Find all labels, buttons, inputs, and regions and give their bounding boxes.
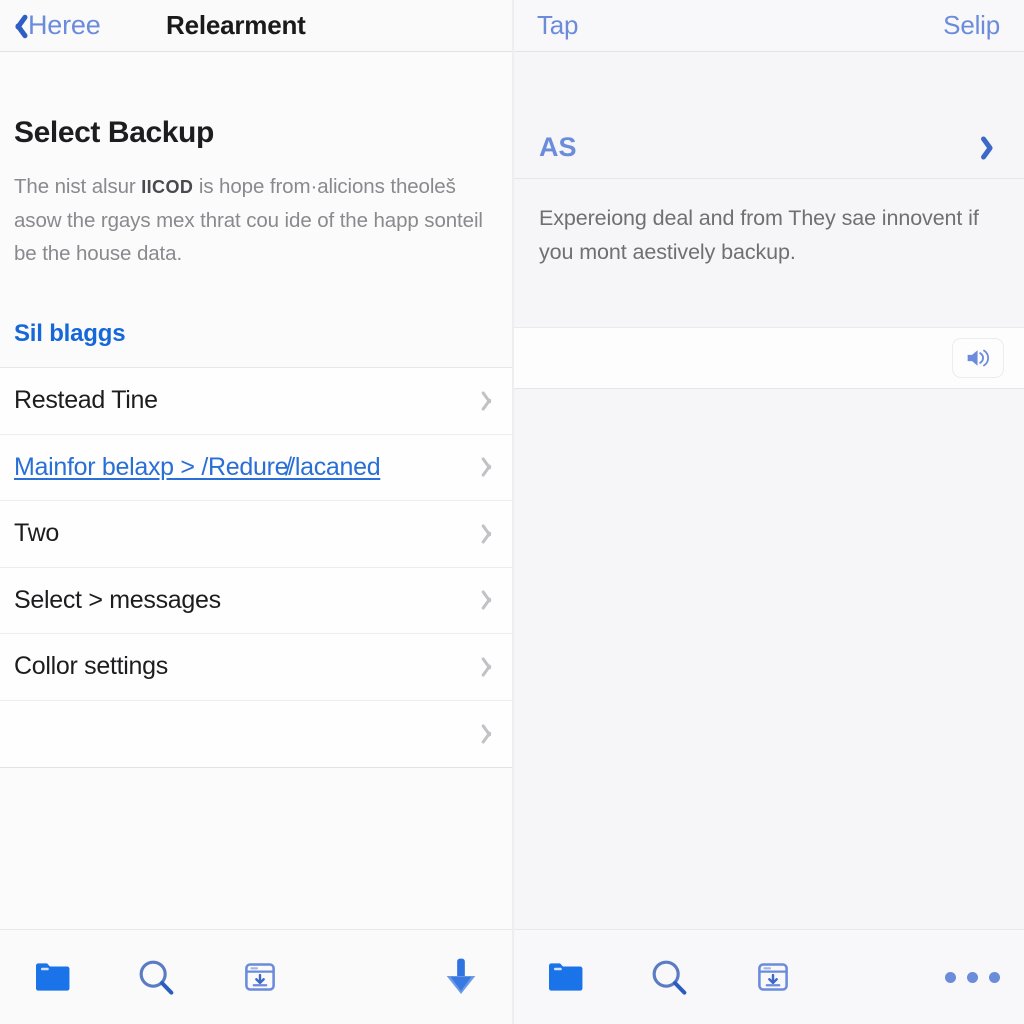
chevron-right-icon bbox=[984, 134, 1000, 162]
download-arrow-icon bbox=[446, 958, 476, 994]
list-item-label[interactable]: Mainfor belaxp > /Redure̸/lacaned bbox=[14, 453, 381, 482]
search-icon bbox=[139, 960, 174, 995]
dot bbox=[966, 971, 978, 983]
list-item-label: Select > messages bbox=[14, 585, 221, 614]
chevron-right-icon bbox=[485, 522, 499, 546]
description-part-1: The nist alsur bbox=[14, 175, 142, 198]
settings-list: Restead Tine Mainfor belaxp > /Redure̸/l… bbox=[0, 367, 513, 768]
more-dots-icon bbox=[944, 971, 1000, 983]
description-emphasis: IICOD bbox=[141, 177, 194, 197]
chevron-right-icon bbox=[485, 455, 499, 479]
speaker-button[interactable] bbox=[952, 338, 1004, 378]
right-phone-screen: Tap Selip AS Expereiong deal and from Th… bbox=[513, 0, 1024, 1024]
window-download-button[interactable] bbox=[721, 930, 825, 1024]
group-label: Sil blaggs bbox=[14, 320, 126, 347]
chevron-right-icon bbox=[485, 655, 499, 679]
search-icon bbox=[652, 960, 687, 995]
list-item-label: Collor settings bbox=[14, 652, 168, 681]
list-item-label: Two bbox=[14, 519, 59, 548]
folder-button[interactable] bbox=[513, 930, 617, 1024]
dot bbox=[988, 971, 1000, 983]
list-item[interactable]: Two bbox=[0, 501, 513, 568]
page-title: Relearment bbox=[166, 10, 306, 40]
section-description: The nist alsur IICOD is hope from·alicio… bbox=[14, 170, 499, 270]
section-heading: Select Backup bbox=[14, 116, 214, 149]
text-input[interactable] bbox=[531, 346, 952, 370]
window-download-icon bbox=[758, 963, 788, 991]
list-item[interactable]: Collor settings bbox=[0, 634, 513, 701]
list-item[interactable]: Select > messages bbox=[0, 568, 513, 634]
list-item[interactable]: Restead Tine bbox=[0, 368, 513, 435]
folder-icon bbox=[35, 963, 70, 991]
text-input-row bbox=[513, 327, 1024, 389]
selip-link[interactable]: Selip bbox=[943, 10, 1000, 41]
chevron-right-icon bbox=[485, 588, 499, 612]
list-item[interactable]: Mainfor belaxp > /Redure̸/lacaned bbox=[0, 435, 513, 501]
search-button[interactable] bbox=[104, 930, 208, 1024]
more-options-button[interactable] bbox=[920, 930, 1024, 1024]
list-item-label: Restead Tine bbox=[14, 386, 158, 415]
chevron-left-icon bbox=[6, 11, 26, 41]
left-phone-screen: Heree Relearment Select Backup The nist … bbox=[0, 0, 513, 1024]
right-bottom-toolbar bbox=[513, 929, 1024, 1024]
folder-button[interactable] bbox=[0, 930, 104, 1024]
right-description: Expereiong deal and from They sae innove… bbox=[539, 206, 979, 264]
right-navigation-bar: Tap Selip bbox=[513, 0, 1024, 52]
speaker-icon bbox=[967, 349, 990, 367]
left-navigation-bar: Heree Relearment bbox=[0, 0, 513, 52]
download-button[interactable] bbox=[409, 930, 513, 1024]
window-download-button[interactable] bbox=[208, 930, 312, 1024]
folder-icon bbox=[548, 963, 583, 991]
panel-divider bbox=[512, 0, 514, 1024]
tap-link[interactable]: Tap bbox=[537, 10, 579, 41]
as-list-item[interactable]: AS bbox=[513, 117, 1024, 179]
chevron-right-icon bbox=[485, 389, 499, 413]
list-item[interactable] bbox=[0, 701, 513, 768]
back-button[interactable]: Heree bbox=[0, 10, 101, 41]
dot bbox=[944, 971, 956, 983]
dual-screenshot-container: Heree Relearment Select Backup The nist … bbox=[0, 0, 1024, 1024]
window-download-icon bbox=[245, 963, 275, 991]
chevron-right-icon bbox=[485, 722, 499, 746]
as-list-item-label: AS bbox=[539, 132, 577, 162]
search-button[interactable] bbox=[617, 930, 721, 1024]
back-button-label: Heree bbox=[28, 10, 101, 40]
left-bottom-toolbar bbox=[0, 929, 513, 1024]
